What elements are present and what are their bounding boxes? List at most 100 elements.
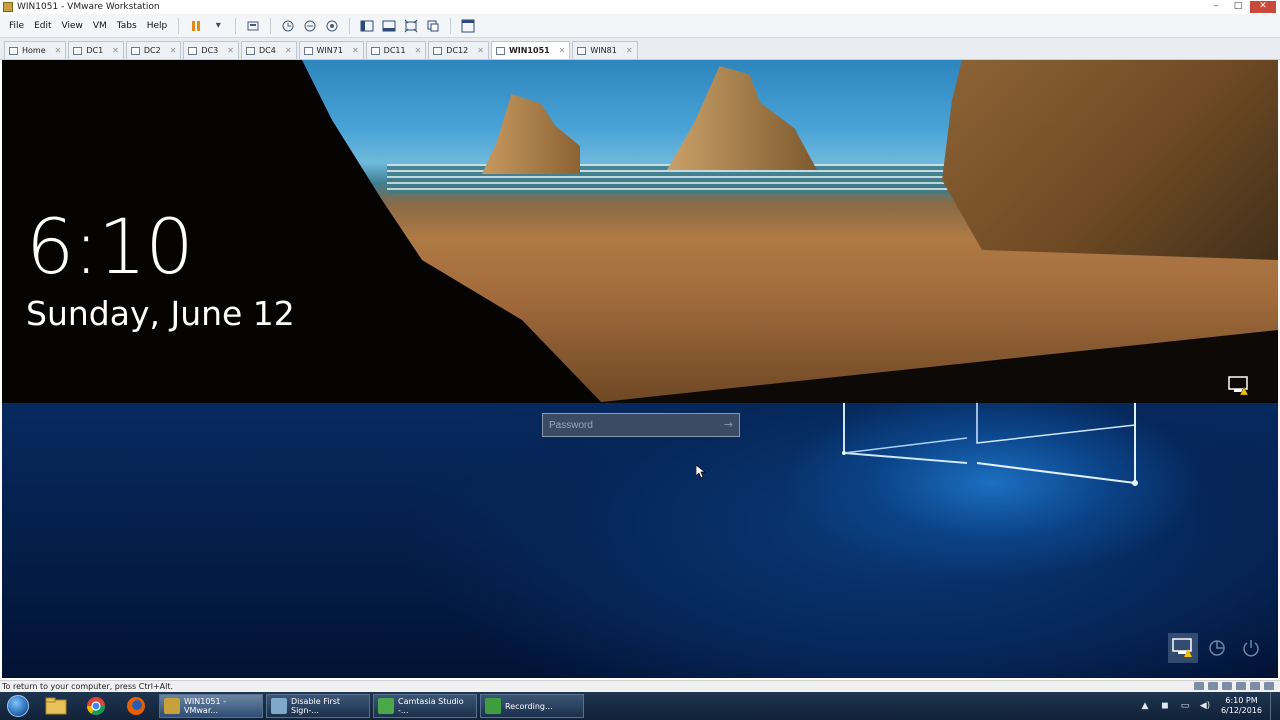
pinned-chrome[interactable] [76,692,116,720]
show-library-icon[interactable] [359,18,375,34]
pause-dropdown-icon[interactable]: ▾ [210,18,226,34]
minimize-button[interactable]: – [1206,1,1226,13]
window-titlebar: WIN1051 - VMware Workstation – □ ✕ [0,0,1280,14]
revert-snapshot-icon[interactable] [302,18,318,34]
close-tab-icon[interactable]: ✕ [626,46,633,55]
firefox-icon [127,697,145,715]
snapshot-manager-icon[interactable] [324,18,340,34]
close-tab-icon[interactable]: ✕ [170,46,177,55]
window-controls: – □ ✕ [1206,1,1276,13]
network-icon[interactable] [1168,633,1198,663]
windows-explorer-icon [45,697,67,715]
tab-win1051[interactable]: WIN1051 ✕ [490,41,571,59]
network-adapter-icon[interactable] [1222,682,1232,690]
vm-icon [73,46,83,55]
tab-home[interactable]: Home ✕ [4,41,67,59]
taskbar-button-vmware[interactable]: WIN1051 - VMwar... [159,694,263,718]
status-hint: To return to your computer, press Ctrl+A… [2,682,174,691]
taskbar-button-recording[interactable]: Recording... [480,694,584,718]
pinned-explorer[interactable] [36,692,76,720]
taskbar-button-camtasia[interactable]: Camtasia Studio -... [373,694,477,718]
device-status-icons [1194,682,1274,690]
tab-win71[interactable]: WIN71 ✕ [298,41,364,59]
show-thumbnail-icon[interactable] [381,18,397,34]
close-tab-icon[interactable]: ✕ [559,46,566,55]
vm-icon [370,46,380,55]
menu-view[interactable]: View [57,21,88,31]
taskbar-clock[interactable]: 6:10 PM 6/12/2016 [1221,696,1262,716]
tab-dc11[interactable]: DC11 ✕ [365,41,427,59]
vm-console[interactable]: 6:10 Sunday, June 12 → [2,60,1278,678]
toolbar-separator [349,17,351,34]
menu-toolbar: File Edit View VM Tabs Help ▾ [0,14,1280,38]
snapshot-icon[interactable] [280,18,296,34]
message-icon[interactable] [1264,682,1274,690]
network-warning-icon [1228,376,1249,396]
menu-edit[interactable]: Edit [29,21,56,31]
close-tab-icon[interactable]: ✕ [55,46,62,55]
cd-icon[interactable] [1208,682,1218,690]
tab-dc4[interactable]: DC4 ✕ [240,41,297,59]
vmware-app-icon [3,2,13,12]
power-icon[interactable] [1236,633,1266,663]
camtasia-icon [378,698,394,714]
signin-background [2,403,1278,678]
usb-icon[interactable] [1236,682,1246,690]
vm-icon [433,46,443,55]
pause-icon[interactable] [188,18,204,34]
document-icon [271,698,287,714]
password-field[interactable]: → [542,413,740,437]
unity-icon[interactable] [425,18,441,34]
vmware-icon [164,698,180,714]
menu-tabs[interactable]: Tabs [112,21,142,31]
close-tab-icon[interactable]: ✕ [227,46,234,55]
taskbar-button-browser[interactable]: Disable First Sign-... [266,694,370,718]
vm-icon [303,46,313,55]
close-button[interactable]: ✕ [1250,1,1276,13]
lockscreen-wallpaper: 6:10 Sunday, June 12 [2,60,1278,403]
window-title: WIN1051 - VMware Workstation [17,2,160,12]
tray-app-icon[interactable]: ◼ [1158,701,1172,711]
close-tab-icon[interactable]: ✕ [112,46,119,55]
show-hidden-icons-icon[interactable]: ▲ [1138,701,1152,711]
tab-dc12[interactable]: DC12 ✕ [428,41,489,59]
tab-win81[interactable]: WIN81 ✕ [572,41,638,59]
maximize-button[interactable]: □ [1228,1,1248,13]
close-tab-icon[interactable]: ✕ [477,46,484,55]
vmware-statusbar: To return to your computer, press Ctrl+A… [0,680,1280,692]
windows-taskbar: WIN1051 - VMwar... Disable First Sign-..… [0,692,1280,720]
menu-vm[interactable]: VM [88,21,112,31]
volume-icon[interactable]: ◀) [1198,701,1212,711]
tab-dc1[interactable]: DC1 ✕ [68,41,124,59]
toolbar-separator [178,17,180,34]
system-tray: ▲ ◼ ▭ ◀) 6:10 PM 6/12/2016 [1135,692,1280,720]
lockscreen-time: 6:10 [26,202,194,291]
start-button[interactable] [0,692,36,720]
password-input[interactable] [549,419,709,431]
chrome-icon [87,697,105,716]
sound-icon[interactable] [1250,682,1260,690]
hdd-icon[interactable] [1194,682,1204,690]
lockscreen-date: Sunday, June 12 [26,294,295,333]
wallpaper-shadow [592,330,1278,403]
full-screen-icon[interactable] [403,18,419,34]
vm-tab-strip: Home ✕ DC1 ✕ DC2 ✕ DC3 ✕ DC4 ✕ WIN71 ✕ DC11 ✕ D… [0,38,1280,60]
tab-dc2[interactable]: DC2 ✕ [125,41,182,59]
menu-file[interactable]: File [4,21,29,31]
console-view-icon[interactable] [460,18,476,34]
ease-of-access-icon[interactable] [1202,633,1232,663]
windows-logo-light [842,403,1138,486]
send-ctrl-alt-del-icon[interactable] [245,18,261,34]
tray-network-icon[interactable]: ▭ [1178,701,1192,711]
signin-options [1168,632,1268,664]
tab-dc3[interactable]: DC3 ✕ [183,41,239,59]
toolbar-separator [450,17,452,34]
close-tab-icon[interactable]: ✕ [415,46,422,55]
wallpaper-cliff [942,60,1278,260]
menu-help[interactable]: Help [142,21,173,31]
close-tab-icon[interactable]: ✕ [285,46,292,55]
submit-arrow-icon[interactable]: → [724,418,733,431]
show-desktop-button[interactable] [1270,692,1280,720]
close-tab-icon[interactable]: ✕ [352,46,359,55]
pinned-firefox[interactable] [116,692,156,720]
